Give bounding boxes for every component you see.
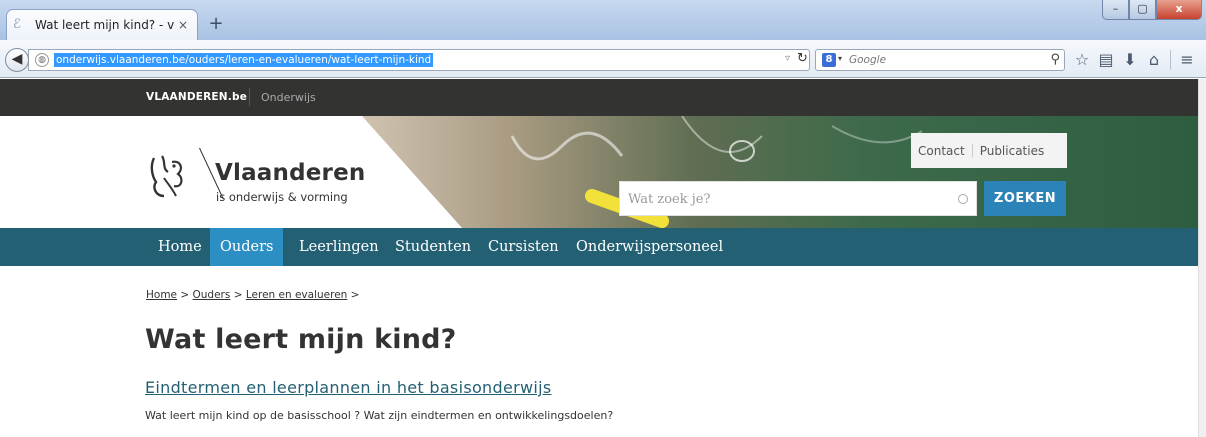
breadcrumb-separator: >	[350, 289, 360, 301]
new-tab-button[interactable]: +	[206, 14, 226, 34]
breadcrumb-separator: >	[233, 289, 243, 301]
hamburger-menu-icon[interactable]: ≡	[1175, 48, 1199, 72]
back-button[interactable]: ◀	[5, 48, 29, 72]
nav-item-onderwijspersoneel[interactable]: Onderwijspersoneel	[566, 228, 733, 266]
logo-title[interactable]: Vlaanderen	[215, 160, 365, 186]
site-search-placeholder: Wat zoek je?	[628, 192, 711, 207]
page-title: Wat leert mijn kind?	[145, 324, 457, 355]
publicaties-link[interactable]: Publicaties	[971, 143, 1052, 158]
tab-close-icon[interactable]: ×	[175, 18, 191, 32]
browser-titlebar: ℰ Wat leert mijn kind? - voor ... × + – …	[0, 0, 1206, 40]
magnifier-icon[interactable]: ⚲	[1050, 52, 1060, 67]
onderwijs-link[interactable]: Onderwijs	[261, 91, 316, 104]
breadcrumb-ouders[interactable]: Ouders	[193, 289, 231, 301]
main-navigation: Home Ouders Leerlingen Studenten Cursist…	[0, 228, 1198, 266]
lion-favicon-icon: ℰ	[13, 17, 21, 32]
url-text[interactable]: onderwijs.vlaanderen.be/ouders/leren-en-…	[54, 53, 434, 67]
breadcrumb-home[interactable]: Home	[146, 289, 177, 301]
downloads-icon[interactable]: ⬇	[1118, 48, 1142, 72]
google-engine-icon[interactable]: 8	[822, 53, 836, 67]
breadcrumb: Home > Ouders > Leren en evalueren >	[146, 289, 359, 301]
eindtermen-link[interactable]: Eindtermen en leerplannen in het basison…	[145, 378, 551, 397]
maximize-button[interactable]: ▢	[1129, 0, 1156, 20]
zoeken-button[interactable]: ZOEKEN	[984, 181, 1066, 216]
page-scrollbar[interactable]	[1198, 79, 1206, 437]
browser-search-bar[interactable]: 8 ▾ Google ⚲	[815, 49, 1065, 71]
nav-item-leerlingen[interactable]: Leerlingen	[289, 228, 389, 266]
browser-search-placeholder: Google	[849, 54, 887, 66]
bookmarks-menu-icon[interactable]: ▤	[1094, 48, 1118, 72]
top-strip-divider	[249, 88, 250, 106]
bookmark-star-icon[interactable]: ☆	[1070, 48, 1094, 72]
toolbar-icons: ☆ ▤ ⬇ ⌂ ≡	[1070, 48, 1199, 72]
logo-subtitle: is onderwijs & vorming	[216, 190, 348, 204]
contact-link[interactable]: Contact	[911, 144, 972, 158]
home-icon[interactable]: ⌂	[1142, 48, 1166, 72]
search-ring-icon	[958, 194, 968, 204]
url-bar[interactable]: ◍ onderwijs.vlaanderen.be/ouders/leren-e…	[28, 49, 810, 71]
breadcrumb-separator: >	[180, 289, 190, 301]
vlaanderen-top-strip: VLAANDEREN.be Onderwijs	[0, 79, 1198, 116]
breadcrumb-leren-en-evalueren[interactable]: Leren en evalueren	[246, 289, 347, 301]
nav-item-studenten[interactable]: Studenten	[385, 228, 481, 266]
browser-tab[interactable]: ℰ Wat leert mijn kind? - voor ... ×	[6, 9, 198, 40]
toolbar-divider	[1170, 50, 1171, 70]
browser-toolbar: ◍ onderwijs.vlaanderen.be/ouders/leren-e…	[0, 40, 1206, 78]
site-search-input[interactable]: Wat zoek je?	[619, 181, 977, 216]
vlaanderen-lion-logo-icon[interactable]	[146, 152, 190, 200]
url-dropdown-icon[interactable]: ▿	[785, 53, 790, 64]
engine-dropdown-icon[interactable]: ▾	[838, 54, 842, 63]
nav-item-ouders[interactable]: Ouders	[210, 228, 284, 266]
back-arrow-icon: ◀	[11, 51, 23, 67]
site-header: Vlaanderen is onderwijs & vorming Contac…	[0, 116, 1198, 228]
nav-item-home[interactable]: Home	[148, 228, 212, 266]
globe-icon: ◍	[35, 53, 49, 67]
minimize-button[interactable]: –	[1102, 0, 1129, 20]
reload-icon[interactable]: ↻	[797, 51, 808, 66]
window-controls: – ▢ x	[1102, 0, 1202, 22]
vlaanderen-be-link[interactable]: VLAANDEREN.be	[146, 91, 247, 103]
tab-title: Wat leert mijn kind? - voor ...	[35, 18, 175, 32]
header-links: Contact Publicaties	[911, 133, 1067, 168]
web-page: VLAANDEREN.be Onderwijs Vlaanderen is on…	[0, 79, 1198, 437]
section-description: Wat leert mijn kind op de basisschool ? …	[145, 409, 614, 422]
close-window-button[interactable]: x	[1156, 0, 1202, 20]
nav-item-cursisten[interactable]: Cursisten	[478, 228, 569, 266]
